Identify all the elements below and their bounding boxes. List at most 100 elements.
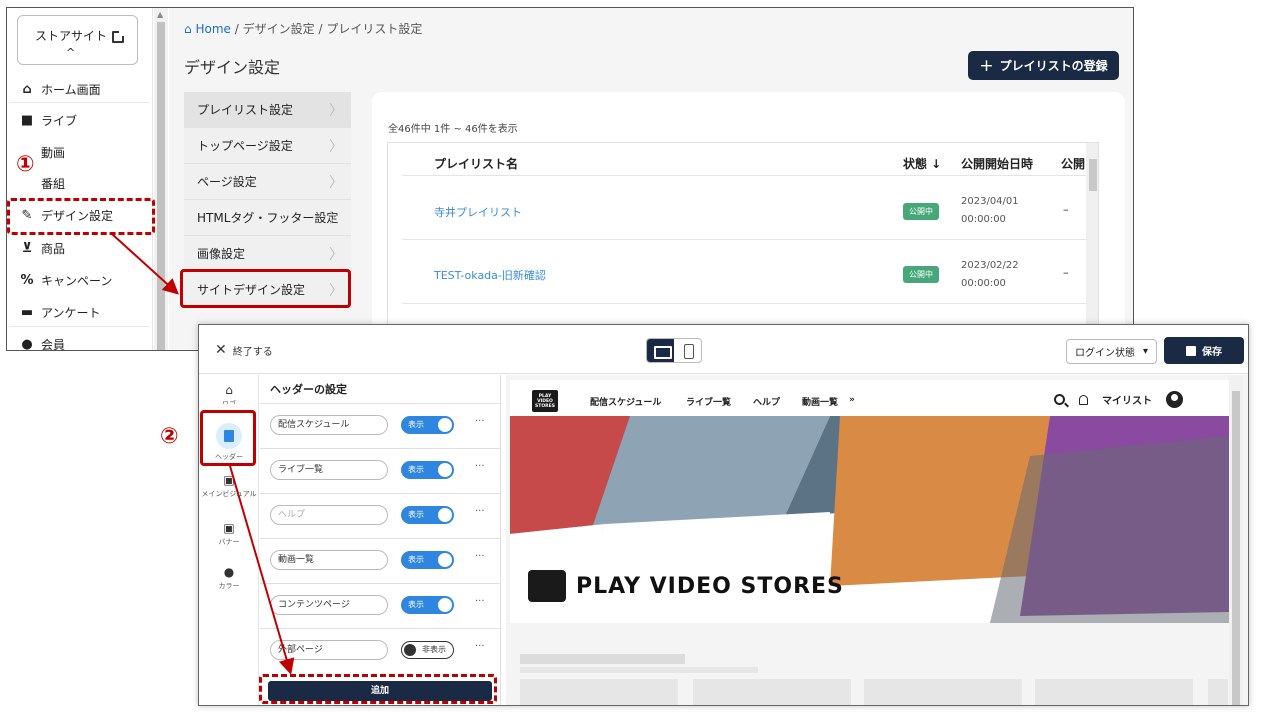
visibility-toggle[interactable]: 表示 bbox=[401, 506, 454, 524]
header-item-input[interactable]: 配信スケジュール bbox=[270, 415, 388, 435]
header-item-row: ヘルプ 表示 ··· bbox=[260, 493, 500, 538]
preview-nav-live[interactable]: ライブ一覧 bbox=[686, 395, 731, 408]
rail-item-banner[interactable]: ▣ バナー bbox=[199, 521, 259, 547]
preview-nav-videos[interactable]: 動画一覧 bbox=[802, 395, 838, 408]
scrollbar-thumb[interactable] bbox=[157, 22, 165, 350]
scrollbar-thumb[interactable] bbox=[1232, 391, 1240, 705]
more-icon[interactable]: ··· bbox=[475, 641, 485, 652]
submenu-html-footer[interactable]: HTMLタグ・フッター設定〉 bbox=[184, 200, 351, 236]
column-header-public[interactable]: 公開 bbox=[1061, 155, 1085, 172]
visibility-toggle[interactable]: 表示 bbox=[401, 416, 454, 434]
chevron-right-icon: 〉 bbox=[329, 246, 343, 263]
header-item-input[interactable]: 外部ページ bbox=[270, 640, 388, 660]
submenu-toppage[interactable]: トップページ設定 〉 bbox=[184, 128, 351, 164]
visibility-toggle[interactable]: 非表示 bbox=[401, 641, 454, 659]
more-icon[interactable]: ··· bbox=[475, 506, 485, 517]
plus-icon: + bbox=[979, 55, 994, 76]
header-item-input[interactable]: コンテンツページ bbox=[270, 595, 388, 615]
public-end: – bbox=[1063, 203, 1069, 216]
toggle-label: 表示 bbox=[408, 420, 424, 429]
column-header-name[interactable]: プレイリスト名 bbox=[434, 155, 518, 172]
column-header-start-date[interactable]: 公開開始日時 bbox=[961, 155, 1033, 172]
preview-scrollbar[interactable] bbox=[1229, 375, 1243, 705]
login-state-select[interactable]: ログイン状態 ▾ bbox=[1066, 339, 1157, 364]
submenu-playlist[interactable]: プレイリスト設定 〉 bbox=[184, 92, 351, 128]
login-state-label: ログイン状態 bbox=[1075, 348, 1135, 359]
more-icon[interactable]: ··· bbox=[475, 461, 485, 472]
column-header-status[interactable]: 状態 ↓ bbox=[903, 155, 941, 172]
save-button[interactable]: 保存 bbox=[1164, 337, 1244, 364]
close-label: 終了する bbox=[232, 346, 273, 358]
breadcrumb-current: プレイリスト設定 bbox=[326, 22, 423, 36]
members-icon: ● bbox=[21, 337, 33, 351]
visibility-toggle[interactable]: 表示 bbox=[401, 551, 454, 569]
table-scrollbar[interactable] bbox=[1086, 143, 1098, 350]
chevron-right-icon: 〉 bbox=[329, 210, 343, 227]
chevron-down-icon: ▾ bbox=[1143, 346, 1149, 357]
my-list-link[interactable]: マイリスト bbox=[1102, 392, 1152, 407]
admin-sidebar: ストアサイト ^ ⌂ ホーム画面 ■ ライブ 動画 番組 ✎ デザイン設定 ⊻ 商品 %… bbox=[7, 8, 153, 351]
toggle-knob bbox=[438, 463, 452, 477]
submenu-page[interactable]: ページ設定 〉 bbox=[184, 164, 351, 200]
breadcrumb-item[interactable]: デザイン設定 bbox=[243, 22, 315, 36]
step-2-marker: ② bbox=[160, 424, 179, 450]
visibility-toggle[interactable]: 表示 bbox=[401, 596, 454, 614]
search-icon[interactable] bbox=[1054, 394, 1065, 405]
sidebar-item-members[interactable]: ● 会員 bbox=[19, 336, 65, 351]
toggle-knob bbox=[438, 508, 452, 522]
sidebar-item-live[interactable]: ■ ライブ bbox=[19, 112, 77, 129]
main-visual: PLAY VIDEO STORES bbox=[510, 416, 1229, 623]
visibility-toggle[interactable]: 表示 bbox=[401, 461, 454, 479]
toggle-label: 表示 bbox=[408, 600, 424, 609]
submenu-label: ページ設定 bbox=[197, 175, 257, 189]
sidebar-item-survey[interactable]: ▬ アンケート bbox=[19, 304, 101, 321]
sidebar-scrollbar[interactable]: ▲ bbox=[154, 8, 168, 350]
cart-icon: ⊻ bbox=[21, 241, 33, 256]
more-icon[interactable]: ··· bbox=[475, 551, 485, 562]
playlist-link[interactable]: 寺井プレイリスト bbox=[434, 204, 522, 220]
preview-nav-more[interactable]: » bbox=[849, 395, 855, 405]
home-icon: ⌂ bbox=[22, 82, 32, 97]
header-item-row: コンテンツページ 表示 ··· bbox=[260, 583, 500, 628]
placeholder-card bbox=[520, 679, 678, 705]
submenu-label: HTMLタグ・フッター設定 bbox=[197, 211, 339, 225]
panel-title: ヘッダーの設定 bbox=[270, 383, 347, 396]
header-item-input[interactable]: ヘルプ bbox=[270, 505, 388, 525]
status-badge: 公開中 bbox=[903, 203, 939, 220]
rail-item-main-visual[interactable]: ▣ メインビジュアル bbox=[199, 473, 259, 499]
placeholder-card bbox=[1035, 679, 1193, 705]
breadcrumb-home[interactable]: ⌂ Home bbox=[184, 22, 231, 36]
more-icon[interactable]: ··· bbox=[475, 596, 485, 607]
avatar[interactable] bbox=[1166, 391, 1183, 408]
highlight-site-design bbox=[180, 269, 351, 308]
preview-nav-help[interactable]: ヘルプ bbox=[753, 395, 780, 408]
close-editor-button[interactable]: ✕ 終了する bbox=[215, 342, 273, 358]
playlist-link[interactable]: TEST-okada-旧新確認 bbox=[434, 267, 546, 283]
placeholder-card bbox=[1208, 679, 1228, 705]
site-logo[interactable]: PLAY VIDEO STORES bbox=[532, 390, 558, 412]
toggle-knob bbox=[438, 598, 452, 612]
submenu-image[interactable]: 画像設定 〉 bbox=[184, 236, 351, 272]
public-end: – bbox=[1063, 266, 1069, 279]
scrollbar-thumb[interactable] bbox=[1089, 159, 1097, 191]
rail-item-logo[interactable]: ⌂ ロゴ bbox=[199, 383, 259, 404]
mobile-view-icon[interactable] bbox=[674, 339, 701, 362]
header-item-input[interactable]: ライブ一覧 bbox=[270, 460, 388, 480]
store-site-button[interactable]: ストアサイト ^ bbox=[17, 15, 138, 65]
desktop-view-icon[interactable] bbox=[647, 339, 674, 362]
sidebar-item-products[interactable]: ⊻ 商品 bbox=[19, 240, 65, 257]
more-icon[interactable]: ··· bbox=[475, 416, 485, 427]
sidebar-item-home[interactable]: ⌂ ホーム画面 bbox=[19, 81, 100, 98]
preview-nav-schedule[interactable]: 配信スケジュール bbox=[590, 395, 661, 408]
placeholder-card bbox=[864, 679, 1022, 705]
divider bbox=[402, 239, 1086, 240]
highlight-header-rail bbox=[200, 410, 256, 466]
preview-header: PLAY VIDEO STORES 配信スケジュール ライブ一覧 ヘルプ 動画一… bbox=[510, 380, 1229, 416]
header-item-input[interactable]: 動画一覧 bbox=[270, 550, 388, 570]
add-playlist-button[interactable]: + プレイリストの登録 bbox=[968, 51, 1119, 80]
sidebar-item-campaign[interactable]: % キャンペーン bbox=[19, 272, 112, 289]
rail-item-color[interactable]: ● カラー bbox=[199, 565, 259, 591]
bell-icon[interactable] bbox=[1079, 394, 1088, 405]
rail-label: カラー bbox=[218, 582, 240, 590]
home-icon: ⌂ bbox=[184, 22, 192, 36]
